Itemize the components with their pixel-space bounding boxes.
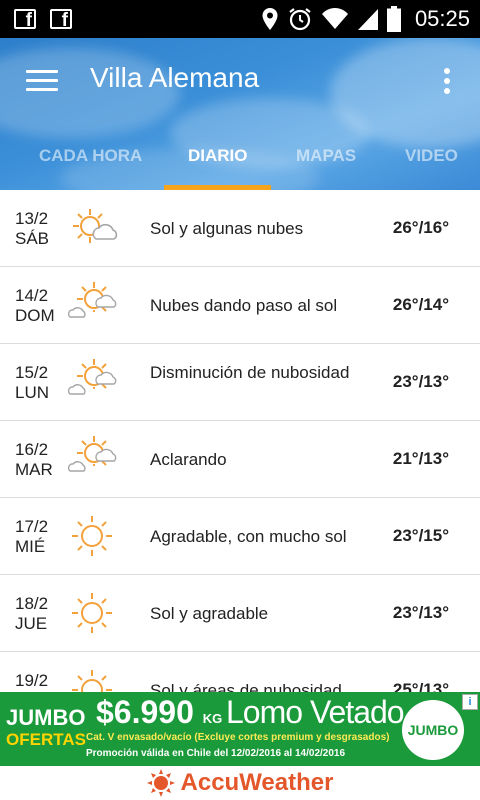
forecast-description: Sol y áreas de nubosidad [150,681,342,692]
forecast-description: Agradable, con mucho sol [150,527,347,546]
facebook-icon: f [50,9,72,29]
forecast-date: 14/2 DOM [15,286,55,325]
clock: 05:25 [414,6,470,31]
ad-title: Lomo Vetado [226,694,405,730]
forecast-temperature: 23°/15° [392,526,449,545]
ad-banner[interactable]: JUMBO OFERTAS $6.990 KG Lomo Vetado Cat.… [0,692,480,766]
menu-button[interactable] [26,70,58,92]
forecast-date: 13/2 SÁB [15,209,50,248]
sun-cloud-icon [68,359,117,395]
ad-subtitle: Cat. V envasado/vacío (Excluye cortes pr… [86,732,390,743]
forecast-temperature: 21°/13° [392,449,449,468]
forecast-description: Aclarando [150,450,227,469]
sun-icon [72,670,112,692]
sun-icon [72,593,112,633]
forecast-row[interactable]: 17/2 MIÉ Agradable, con mucho sol 23°/15° [0,498,480,575]
page-title: Villa Alemana [90,62,260,93]
ad-badge-logo: JUMBO [402,700,464,760]
ad-info-icon[interactable]: i [462,694,478,710]
footer: AccuWeather [0,766,480,800]
forecast-row[interactable]: 19/2 Sol y áreas de nubosidad 25°/13° [0,652,480,692]
facebook-icon: f [14,9,36,29]
forecast-description: Sol y agradable [150,604,269,623]
app-header: Villa Alemana CADA HORA DIARIO MAPAS VID… [0,38,480,190]
ad-brand-sub: OFERTAS [6,730,86,749]
footer-brand: AccuWeather [180,769,334,796]
ad-promo: Promoción válida en Chile del 12/02/2016… [86,748,346,759]
forecast-description: Sol y algunas nubes [150,219,304,238]
forecast-row[interactable]: 14/2 DOM Nubes dando paso al sol 26°/14° [0,267,480,344]
forecast-date: 16/2 MAR [15,440,53,479]
forecast-temperature: 26°/14° [392,295,449,314]
ad-brand: JUMBO [6,705,86,730]
forecast-temperature: 23°/13° [392,372,449,391]
forecast-list: 13/2 SÁB Sol y algunas nubes 26°/16° 14/2… [0,190,480,692]
forecast-temperature: 23°/13° [392,603,449,622]
forecast-temperature: 26°/16° [392,218,449,237]
tab-cada-hora[interactable]: CADA HORA [39,146,142,166]
forecast-date: 18/2 JUE [15,594,49,633]
sun-cloud-icon [68,436,117,472]
sun-icon [72,516,112,556]
forecast-row[interactable]: 18/2 JUE Sol y agradable 23°/13° [0,575,480,652]
forecast-date: 15/2 LUN [15,363,50,402]
forecast-row[interactable]: 16/2 MAR Aclarando 21°/13° [0,421,480,498]
wifi-icon [321,8,348,29]
forecast-description: Nubes dando paso al sol [150,296,338,315]
tab-diario[interactable]: DIARIO [188,146,248,166]
tab-video[interactable]: VIDEO [405,146,458,166]
status-bar: f f 05:25 [0,0,480,38]
forecast-row[interactable]: 15/2 LUN Disminución de nubosidad 23°/13° [0,344,480,421]
forecast-temperature: 25°/13° [392,680,449,692]
accuweather-sun-icon [146,769,175,797]
forecast-date: 19/2 [15,671,49,690]
ad-price: $6.990 KG [96,694,223,730]
signal-icon [357,9,378,30]
battery-icon [386,6,401,32]
forecast-row[interactable]: 13/2 SÁB Sol y algunas nubes 26°/16° [0,190,480,267]
forecast-description: Disminución de nubosidad [150,363,350,382]
sun-cloud-icon [73,209,118,243]
forecast-date: 17/2 MIÉ [15,517,49,556]
overflow-menu-button[interactable] [444,68,450,94]
tab-mapas[interactable]: MAPAS [296,146,356,166]
alarm-icon [289,8,311,31]
sun-cloud-icon [68,282,117,318]
location-icon [262,8,278,30]
tab-bar: CADA HORA DIARIO MAPAS VIDEO [0,138,480,190]
